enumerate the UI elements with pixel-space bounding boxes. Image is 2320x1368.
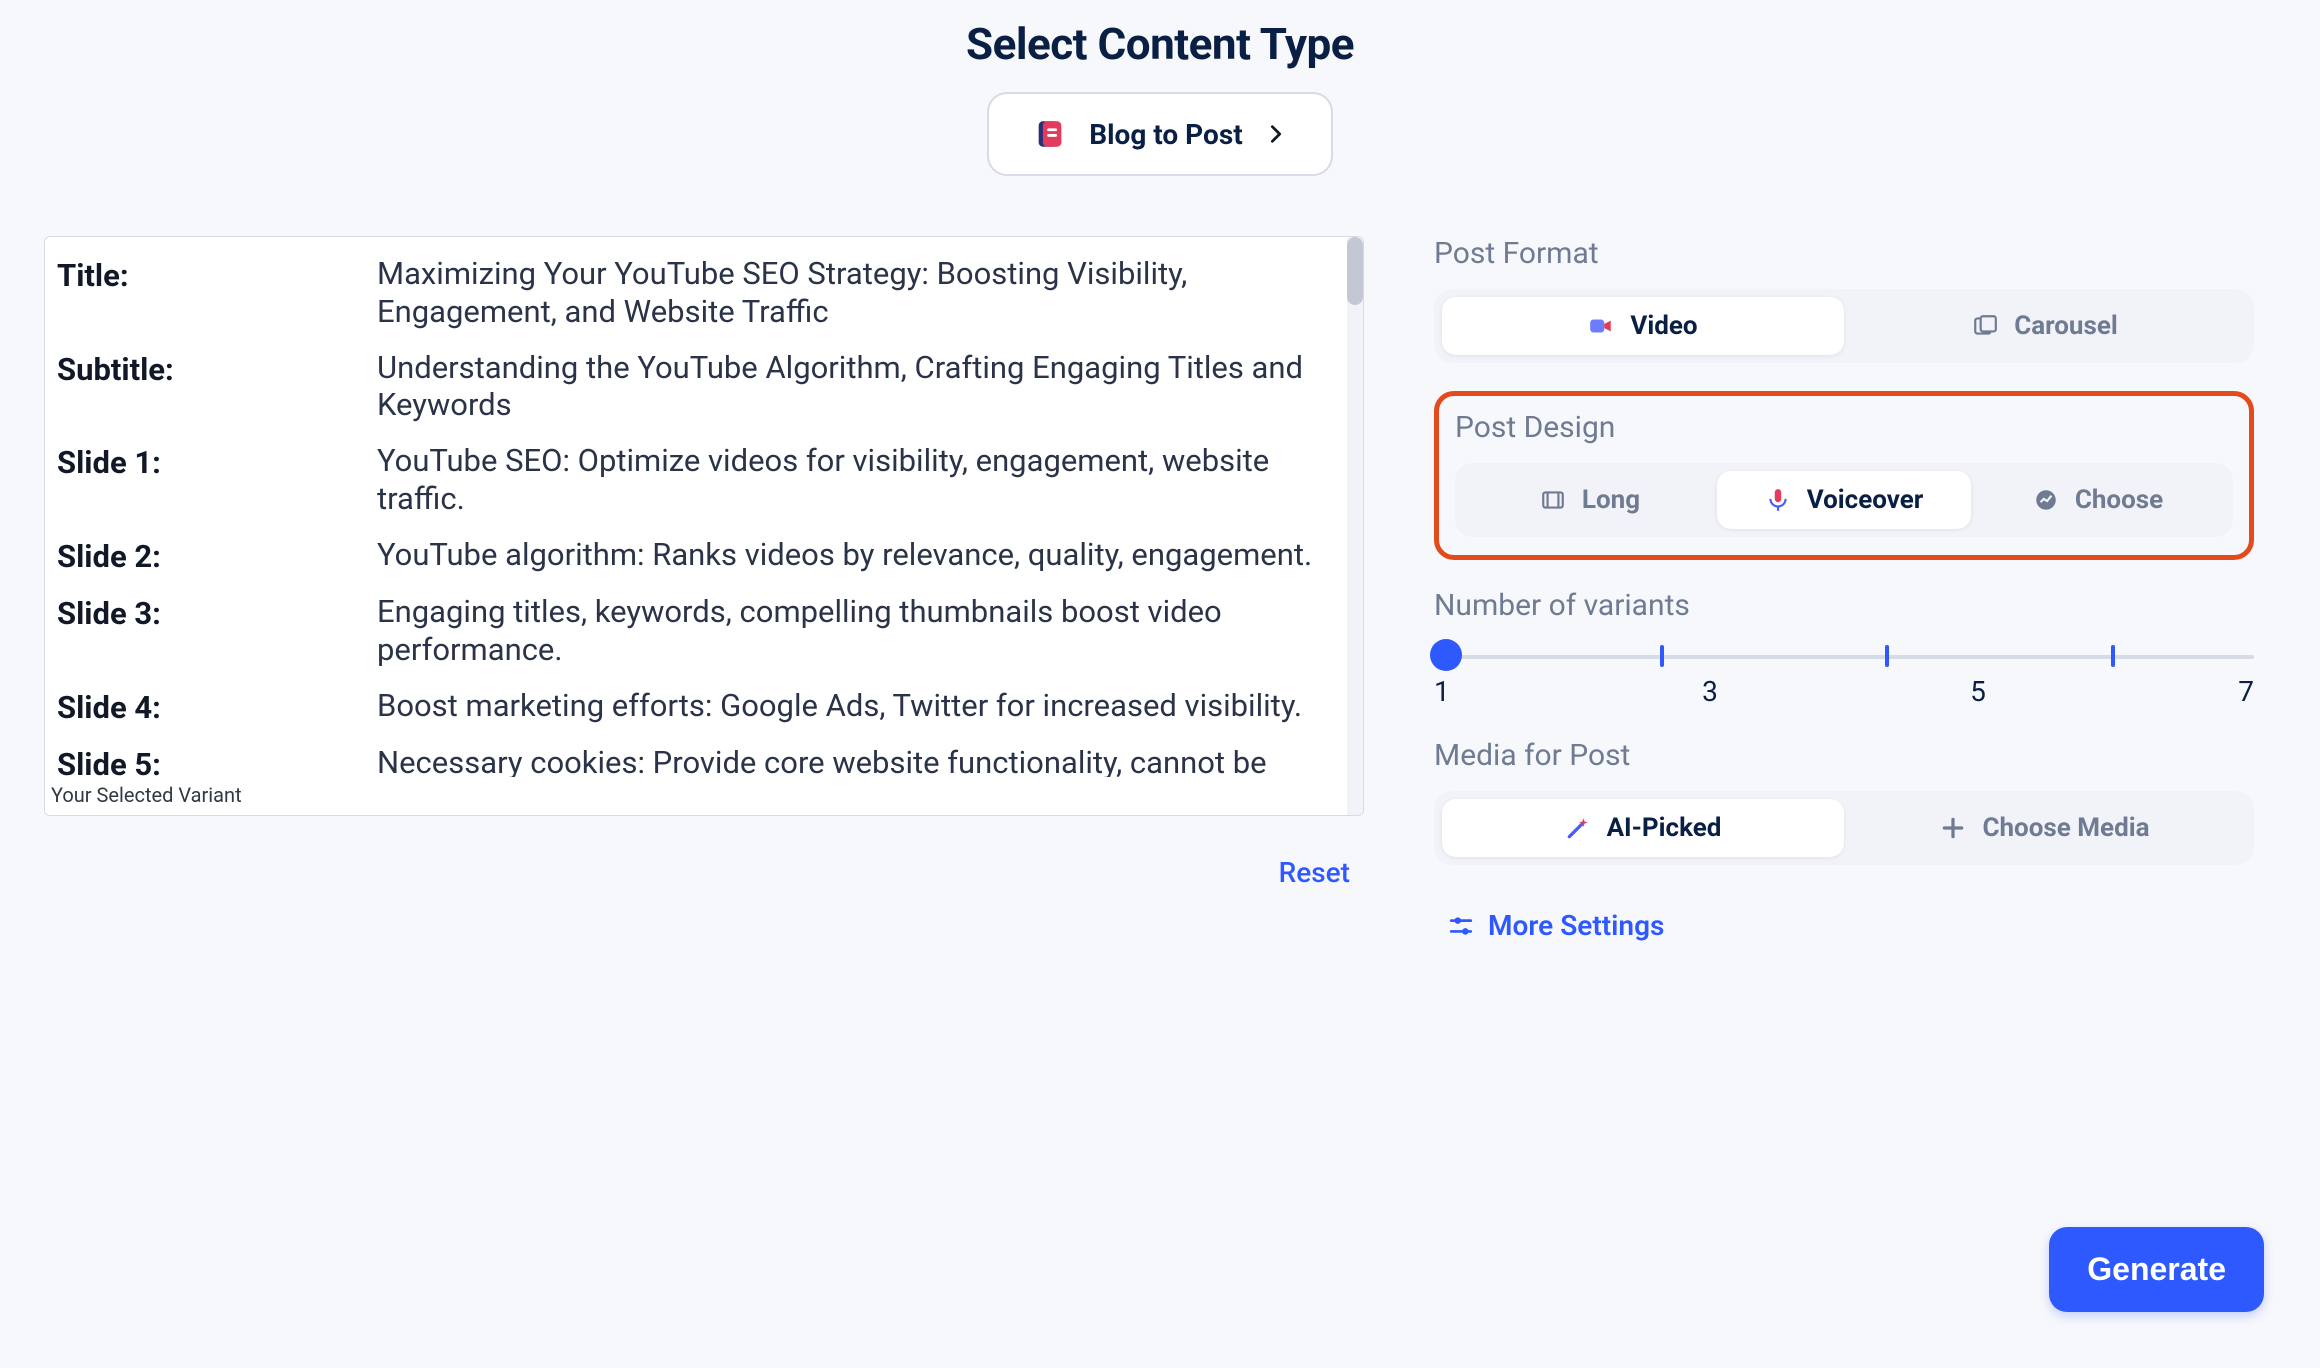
plus-icon	[1940, 815, 1966, 841]
variant-row: Subtitle: Understanding the YouTube Algo…	[57, 345, 1351, 425]
variant-footer-label: Your Selected Variant	[45, 777, 1347, 815]
reset-link[interactable]: Reset	[44, 856, 1364, 889]
slider-tick	[2111, 645, 2115, 667]
variant-key: Slide 3:	[57, 589, 373, 632]
post-format-segmented: Video Carousel	[1434, 289, 2254, 363]
slider-labels: 1 3 5 7	[1434, 675, 2254, 708]
variant-row: Slide 1: YouTube SEO: Optimize videos fo…	[57, 438, 1351, 518]
selected-variant-card: Title: Maximizing Your YouTube SEO Strat…	[44, 236, 1364, 816]
magic-wand-icon	[1565, 815, 1591, 841]
variant-key: Subtitle:	[57, 345, 373, 388]
more-settings-link[interactable]: More Settings	[1448, 909, 2254, 942]
carousel-icon	[1972, 313, 1998, 339]
post-design-choose[interactable]: Choose	[1971, 471, 2225, 529]
variant-row: Slide 2: YouTube algorithm: Ranks videos…	[57, 532, 1351, 575]
variant-key: Slide 4:	[57, 683, 373, 726]
variant-key: Title:	[57, 251, 373, 294]
media-segmented: AI-Picked Choose Media	[1434, 791, 2254, 865]
variant-key: Slide 1:	[57, 438, 373, 481]
page-title: Select Content Type	[0, 0, 2320, 70]
variants-slider[interactable]	[1434, 641, 2254, 671]
variant-value: Maximizing Your YouTube SEO Strategy: Bo…	[377, 251, 1351, 331]
scrollbar-thumb[interactable]	[1347, 237, 1363, 305]
slider-track	[1434, 655, 2254, 659]
variant-row: Slide 4: Boost marketing efforts: Google…	[57, 683, 1351, 726]
generate-button[interactable]: Generate	[2049, 1227, 2264, 1312]
media-ai-picked[interactable]: AI-Picked	[1442, 799, 1844, 857]
post-design-highlight: Post Design Long	[1434, 391, 2254, 560]
post-format-video-label: Video	[1630, 311, 1697, 341]
media-choose[interactable]: Choose Media	[1844, 799, 2246, 857]
variant-value: Understanding the YouTube Algorithm, Cra…	[377, 345, 1351, 425]
variants-title: Number of variants	[1434, 588, 2254, 623]
scrollbar[interactable]	[1347, 237, 1363, 815]
media-ai-picked-label: AI-Picked	[1607, 813, 1722, 843]
content-type-selector[interactable]: Blog to Post	[987, 92, 1333, 176]
document-icon	[1033, 117, 1067, 151]
post-design-segmented: Long Voiceover	[1455, 463, 2233, 537]
variant-row: Title: Maximizing Your YouTube SEO Strat…	[57, 251, 1351, 331]
post-format-title: Post Format	[1434, 236, 2254, 271]
variant-key: Slide 2:	[57, 532, 373, 575]
choose-icon	[2033, 487, 2059, 513]
post-format-carousel-label: Carousel	[2014, 311, 2118, 341]
post-design-title: Post Design	[1455, 410, 2233, 445]
variant-value: YouTube algorithm: Ranks videos by relev…	[377, 532, 1351, 574]
variant-value: Engaging titles, keywords, compelling th…	[377, 589, 1351, 669]
content-type-label: Blog to Post	[1089, 118, 1242, 151]
film-icon	[1540, 487, 1566, 513]
slider-mark: 3	[1702, 675, 1718, 708]
more-settings-label: More Settings	[1488, 909, 1664, 942]
variant-row: Slide 3: Engaging titles, keywords, comp…	[57, 589, 1351, 669]
post-design-voiceover[interactable]: Voiceover	[1717, 471, 1971, 529]
variant-value: Boost marketing efforts: Google Ads, Twi…	[377, 683, 1351, 725]
media-title: Media for Post	[1434, 738, 2254, 773]
media-choose-label: Choose Media	[1982, 813, 2149, 843]
slider-mark: 1	[1434, 675, 1450, 708]
variant-value: YouTube SEO: Optimize videos for visibil…	[377, 438, 1351, 518]
video-icon	[1588, 313, 1614, 339]
chevron-right-icon	[1265, 123, 1287, 145]
slider-tick	[1885, 645, 1889, 667]
post-design-voiceover-label: Voiceover	[1807, 485, 1924, 515]
mic-icon	[1765, 487, 1791, 513]
post-design-choose-label: Choose	[2075, 485, 2163, 515]
sliders-icon	[1448, 913, 1474, 939]
post-design-long-label: Long	[1582, 485, 1640, 515]
post-format-video[interactable]: Video	[1442, 297, 1844, 355]
slider-tick	[1660, 645, 1664, 667]
post-format-carousel[interactable]: Carousel	[1844, 297, 2246, 355]
post-design-long[interactable]: Long	[1463, 471, 1717, 529]
slider-mark: 5	[1970, 675, 1986, 708]
slider-thumb[interactable]	[1430, 639, 1462, 671]
slider-mark: 7	[2238, 675, 2254, 708]
